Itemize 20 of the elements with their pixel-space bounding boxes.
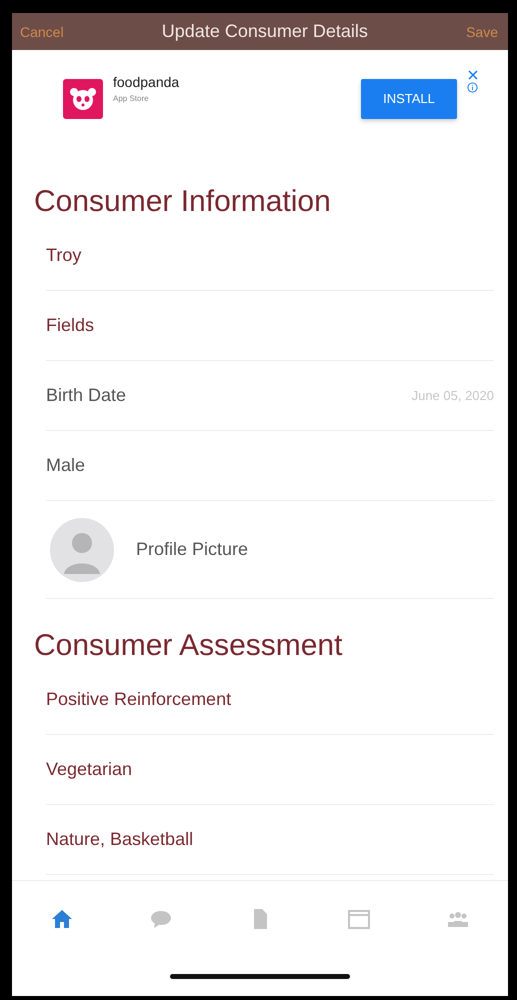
install-button[interactable]: INSTALL <box>361 78 457 118</box>
calendar-tab-icon[interactable] <box>347 907 372 931</box>
field-value[interactable]: Male <box>46 455 86 476</box>
section-title: Consumer Information <box>33 184 332 220</box>
field-value[interactable]: Positive Reinforcement <box>46 689 232 710</box>
panda-app-icon[interactable] <box>63 78 103 118</box>
store-label: App Store <box>113 94 150 103</box>
field-value[interactable]: Troy <box>46 245 82 266</box>
field-value[interactable]: Fields <box>46 315 94 336</box>
app-name: foodpanda <box>113 74 180 90</box>
field-label: Birth Date <box>46 385 126 406</box>
home-tab-icon[interactable] <box>50 907 74 931</box>
info-icon[interactable] <box>467 82 478 93</box>
profile-picture-label: Profile Picture <box>136 539 248 560</box>
section-title: Consumer Assessment <box>33 628 344 664</box>
avatar-icon[interactable] <box>50 518 114 582</box>
field-value[interactable]: Nature, Basketball <box>46 829 194 850</box>
screen-title: Update Consumer Details <box>162 21 368 42</box>
close-icon[interactable] <box>468 70 478 80</box>
field-value[interactable]: Vegetarian <box>46 759 132 780</box>
